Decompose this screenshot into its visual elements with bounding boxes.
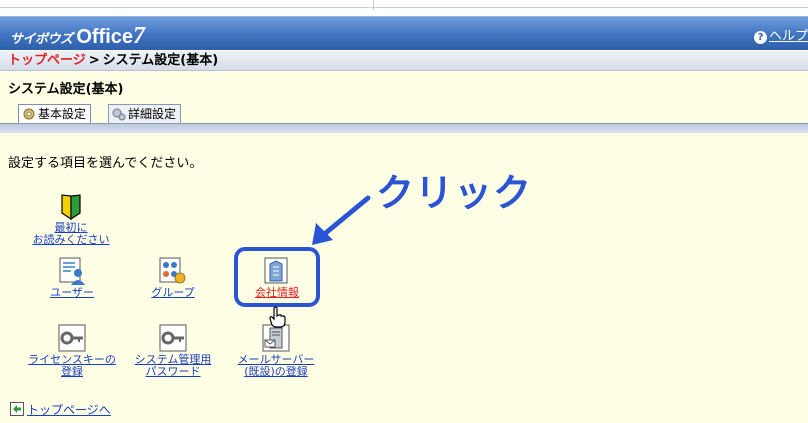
item-users[interactable]: ユーザー: [37, 256, 107, 299]
window-top-strip: [0, 0, 808, 16]
app-header: サイボウズ Office7 ? ヘルプ: [0, 16, 808, 50]
item-mail-server[interactable]: メールサーバー (既設)の登録: [226, 323, 326, 378]
back-link-label[interactable]: トップページへ: [27, 403, 111, 417]
tab-label: 詳細設定: [128, 107, 177, 121]
item-link-line2[interactable]: (既設)の登録: [244, 365, 308, 378]
item-link-line2[interactable]: パスワード: [146, 365, 201, 378]
gear-icon: [23, 108, 35, 120]
breadcrumb: トップページ > システム設定(基本): [0, 51, 808, 71]
group-icon: [159, 257, 186, 284]
user-icon: [59, 257, 85, 285]
logo-version: 7: [133, 23, 146, 49]
logo-brand-small: サイボウズ: [10, 32, 73, 47]
item-first-read[interactable]: 最初に お読みください: [26, 193, 116, 246]
item-groups[interactable]: グループ: [138, 256, 208, 299]
item-link-line1[interactable]: ユーザー: [50, 286, 94, 299]
breadcrumb-current: システム設定(基本): [102, 53, 219, 68]
highlight-box: [234, 247, 320, 307]
help-label: ヘルプ: [768, 29, 808, 44]
back-to-top-link[interactable]: トップページへ: [10, 401, 111, 418]
instruction-text: 設定する項目を選んでください。: [8, 156, 203, 171]
tab-detailed-settings[interactable]: 詳細設定: [108, 104, 182, 123]
key-icon: [58, 324, 86, 352]
breadcrumb-separator: >: [88, 53, 100, 68]
app-logo[interactable]: サイボウズ Office7: [10, 23, 145, 50]
item-license-key[interactable]: ライセンスキーの 登録: [22, 323, 122, 378]
help-link[interactable]: ? ヘルプ: [753, 25, 808, 44]
beginner-mark-icon: [61, 194, 81, 221]
gears-icon: [112, 108, 126, 121]
hand-cursor-icon: [269, 306, 286, 328]
item-link-line2[interactable]: 登録: [61, 365, 83, 378]
logo-brand-big: Office: [76, 26, 134, 48]
key-icon: [159, 324, 187, 352]
annotation-arrow-icon: [312, 195, 371, 245]
help-icon: ?: [753, 31, 767, 44]
back-arrow-icon: [10, 402, 24, 416]
annotation-callout: クリック: [376, 171, 533, 215]
item-link-line2[interactable]: お読みください: [33, 233, 110, 246]
breadcrumb-home-link[interactable]: トップページ: [8, 53, 86, 68]
item-system-password[interactable]: システム管理用 パスワード: [123, 323, 223, 378]
tab-basic-settings[interactable]: 基本設定: [18, 104, 92, 123]
page-title: システム設定(基本): [8, 82, 124, 97]
tab-label: 基本設定: [38, 107, 87, 121]
item-link-line1[interactable]: グループ: [151, 286, 194, 299]
tab-content-band: [0, 123, 808, 133]
